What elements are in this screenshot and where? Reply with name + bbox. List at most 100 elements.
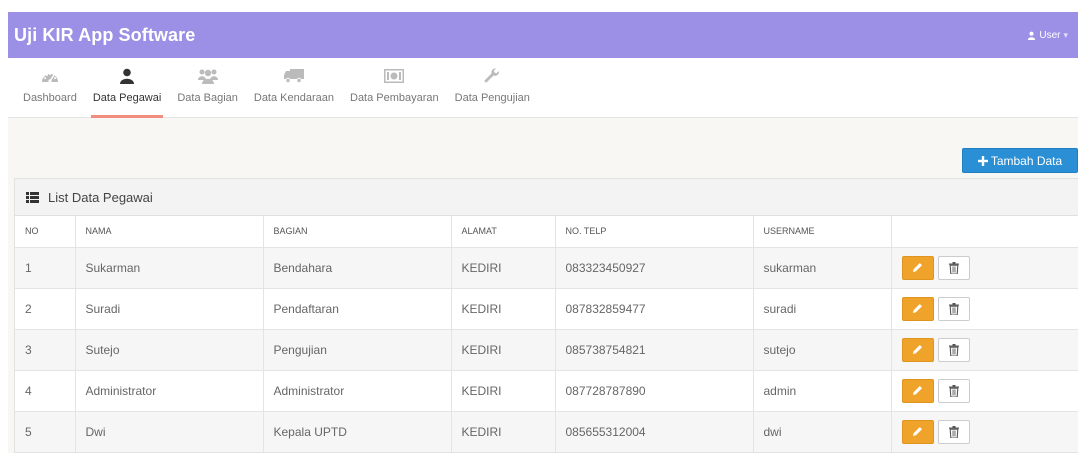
cell-actions — [891, 410, 1078, 452]
wrench-icon — [484, 66, 500, 86]
column-header[interactable]: USERNAME — [753, 216, 892, 247]
cell-alamat: KEDIRI — [451, 328, 556, 370]
nav-label: Data Pengujian — [454, 92, 530, 104]
cell-actions — [891, 369, 1078, 411]
pencil-icon — [913, 263, 922, 272]
add-data-label: Tambah Data — [990, 153, 1063, 168]
top-header: Uji KIR App Software User ▾ — [8, 12, 1078, 58]
panel-title: List Data Pegawai — [48, 189, 153, 205]
user-menu[interactable]: User ▾ — [1027, 30, 1068, 41]
employee-table: NO NAMA BAGIAN ALAMAT NO. TELP USERNAME … — [15, 216, 1078, 452]
main-nav: Dashboard Data Pegawai Data Bagian Data … — [8, 58, 1078, 118]
nav-label: Data Pegawai — [92, 92, 162, 104]
table-row: 5 Dwi Kepala UPTD KEDIRI 085655312004 dw… — [15, 410, 1078, 452]
trash-icon — [948, 384, 959, 397]
nav-item-data-bagian[interactable]: Data Bagian — [169, 58, 246, 118]
nav-label: Data Pembayaran — [350, 92, 439, 104]
table-row: 4 Administrator Administrator KEDIRI 087… — [15, 369, 1078, 411]
cell-actions — [891, 328, 1078, 370]
nav-item-dashboard[interactable]: Dashboard — [15, 58, 85, 118]
cell-no: 5 — [15, 410, 76, 452]
cell-alamat: KEDIRI — [451, 410, 556, 452]
panel-header: List Data Pegawai — [15, 179, 1078, 216]
cell-username: dwi — [753, 410, 892, 452]
cell-bagian: Bendahara — [263, 246, 452, 288]
table-row: 2 Suradi Pendaftaran KEDIRI 087832859477… — [15, 287, 1078, 329]
column-header — [891, 216, 1078, 247]
employee-list-panel: List Data Pegawai NO NAMA BAGIAN ALAMAT … — [14, 178, 1078, 453]
table-row: 1 Sukarman Bendahara KEDIRI 083323450927… — [15, 246, 1078, 288]
cell-actions — [891, 246, 1078, 288]
dashboard-icon — [41, 66, 59, 86]
cell-no-telp: 085738754821 — [555, 328, 754, 370]
delete-button[interactable] — [937, 296, 970, 321]
nav-item-data-kendaraan[interactable]: Data Kendaraan — [246, 58, 342, 118]
cell-username: sutejo — [753, 328, 892, 370]
nav-label: Data Kendaraan — [253, 92, 334, 104]
cell-bagian: Pengujian — [263, 328, 452, 370]
cell-no-telp: 087728787890 — [555, 369, 754, 411]
column-header[interactable]: NO. TELP — [555, 216, 754, 247]
nav-item-data-pengujian[interactable]: Data Pengujian — [447, 58, 538, 118]
edit-button[interactable] — [901, 378, 934, 403]
cell-alamat: KEDIRI — [451, 246, 556, 288]
cell-alamat: KEDIRI — [451, 287, 556, 329]
add-data-button[interactable]: Tambah Data — [962, 148, 1078, 173]
cell-no-telp: 083323450927 — [555, 246, 754, 288]
cell-nama: Dwi — [75, 410, 264, 452]
edit-button[interactable] — [901, 337, 934, 362]
delete-button[interactable] — [937, 378, 970, 403]
column-header[interactable]: ALAMAT — [451, 216, 556, 247]
user-icon — [1028, 31, 1036, 40]
trash-icon — [948, 302, 959, 315]
list-icon — [26, 191, 39, 203]
money-icon — [384, 66, 405, 86]
column-header[interactable]: BAGIAN — [263, 216, 452, 247]
user-label: User — [1039, 29, 1061, 41]
pencil-icon — [913, 345, 922, 354]
trash-icon — [948, 261, 959, 274]
user-icon — [120, 66, 135, 86]
cell-nama: Administrator — [75, 369, 264, 411]
pencil-icon — [913, 304, 922, 313]
nav-item-data-pembayaran[interactable]: Data Pembayaran — [342, 58, 447, 118]
trash-icon — [948, 343, 959, 356]
pencil-icon — [913, 427, 922, 437]
pencil-icon — [913, 386, 922, 395]
cell-username: admin — [753, 369, 892, 411]
app-title[interactable]: Uji KIR App Software — [14, 25, 195, 46]
cell-no: 1 — [15, 246, 76, 288]
edit-button[interactable] — [901, 255, 934, 280]
cell-alamat: KEDIRI — [451, 369, 556, 411]
nav-label: Dashboard — [23, 92, 77, 104]
column-header[interactable]: NAMA — [75, 216, 264, 247]
cell-bagian: Administrator — [263, 369, 452, 411]
cell-username: suradi — [753, 287, 892, 329]
chevron-down-icon: ▾ — [1063, 29, 1068, 40]
edit-button[interactable] — [901, 419, 934, 444]
nav-label: Data Bagian — [177, 92, 238, 104]
table-row: 3 Sutejo Pengujian KEDIRI 085738754821 s… — [15, 328, 1078, 370]
plus-icon — [977, 155, 988, 166]
cell-username: sukarman — [753, 246, 892, 288]
group-icon — [197, 66, 218, 86]
column-header[interactable]: NO — [15, 216, 76, 247]
cell-no: 3 — [15, 328, 76, 370]
delete-button[interactable] — [937, 255, 970, 280]
delete-button[interactable] — [937, 337, 970, 362]
cell-nama: Sutejo — [75, 328, 264, 370]
edit-button[interactable] — [901, 296, 934, 321]
trash-icon — [948, 425, 959, 438]
cell-no-telp: 087832859477 — [555, 287, 754, 329]
delete-button[interactable] — [937, 419, 970, 444]
cell-bagian: Pendaftaran — [263, 287, 452, 329]
cell-no: 2 — [15, 287, 76, 329]
table-header-row: NO NAMA BAGIAN ALAMAT NO. TELP USERNAME — [15, 216, 1078, 247]
cell-no-telp: 085655312004 — [555, 410, 754, 452]
cell-no: 4 — [15, 369, 76, 411]
cell-nama: Sukarman — [75, 246, 264, 288]
nav-item-data-pegawai[interactable]: Data Pegawai — [85, 58, 170, 118]
cell-actions — [891, 287, 1078, 329]
cell-bagian: Kepala UPTD — [263, 410, 452, 452]
truck-icon — [283, 66, 304, 86]
